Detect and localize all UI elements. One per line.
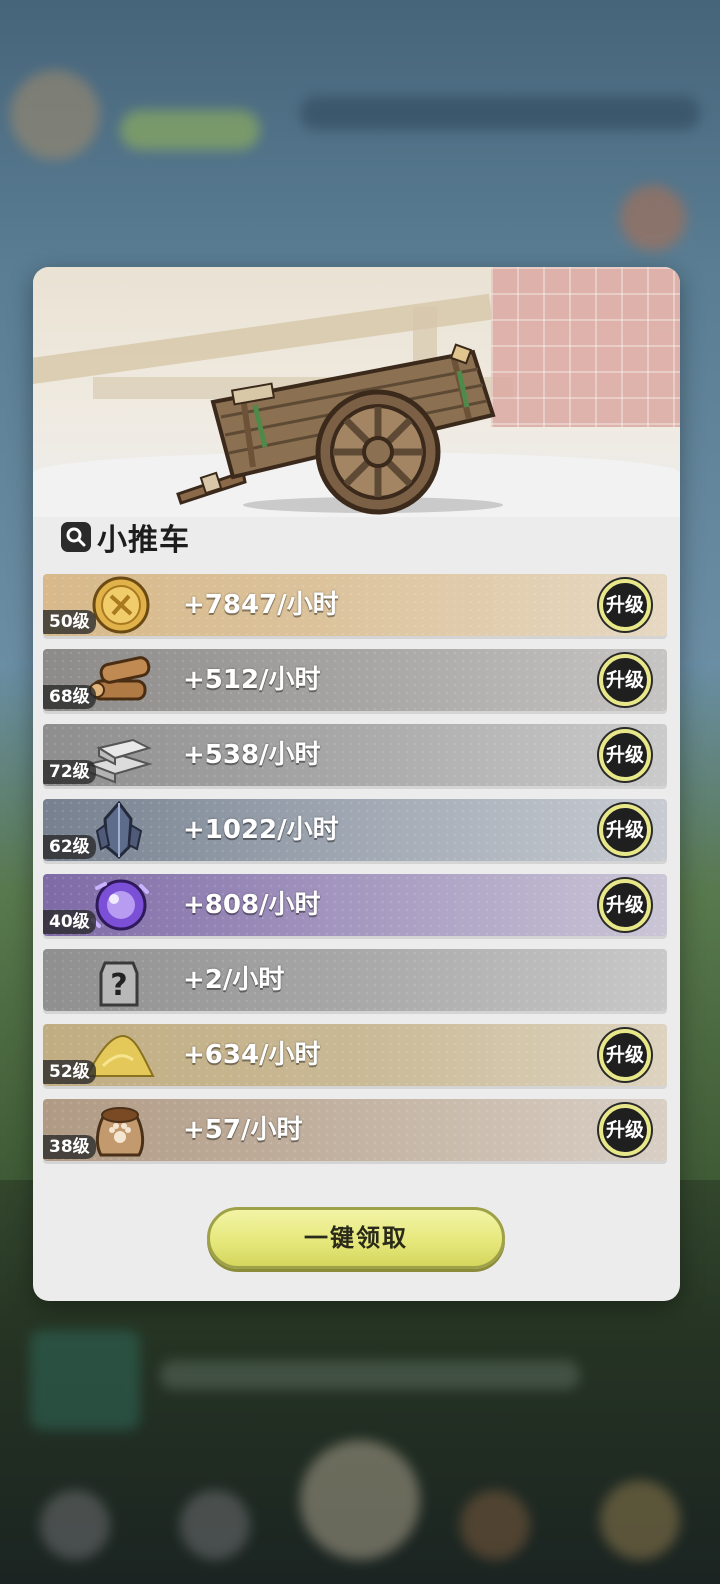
upgrade-button[interactable]: 升级 bbox=[599, 654, 651, 706]
resource-row-sand: 52级 +634/小时 升级 bbox=[43, 1024, 667, 1086]
resource-row-gold: 50级 +7847/小时 升级 bbox=[43, 574, 667, 636]
resource-row-orb: 40级 +808/小时 升级 bbox=[43, 874, 667, 936]
production-rate: +512/小时 bbox=[183, 665, 321, 695]
level-badge: 40级 bbox=[43, 910, 96, 934]
roof-tiles bbox=[491, 267, 680, 427]
resource-row-wood: 68级 +512/小时 升级 bbox=[43, 649, 667, 711]
svg-text:?: ? bbox=[110, 968, 127, 1003]
panel-title: 小推车 bbox=[97, 523, 190, 558]
upgrade-button[interactable]: 升级 bbox=[599, 579, 651, 631]
resource-row-food: 38级 +57/小时 升级 bbox=[43, 1099, 667, 1161]
resource-row-mystery: ? +2/小时 bbox=[43, 949, 667, 1011]
level-badge: 38级 bbox=[43, 1135, 96, 1159]
upgrade-button[interactable]: 升级 bbox=[599, 1104, 651, 1156]
cart-modal: 小推车 50级 +7847/小时 升级 68级 +512/小时 升级 72级 +… bbox=[33, 267, 680, 1301]
production-rate: +808/小时 bbox=[183, 890, 321, 920]
level-badge: 50级 bbox=[43, 610, 96, 634]
production-rate: +57/小时 bbox=[183, 1115, 303, 1145]
claim-all-button[interactable]: 一键领取 bbox=[207, 1207, 505, 1269]
production-rate: +634/小时 bbox=[183, 1040, 321, 1070]
resource-row-crystal: 62级 +1022/小时 升级 bbox=[43, 799, 667, 861]
level-badge: 72级 bbox=[43, 760, 96, 784]
resource-row-stone: 72级 +538/小时 升级 bbox=[43, 724, 667, 786]
production-rate: +7847/小时 bbox=[183, 590, 339, 620]
upgrade-button[interactable]: 升级 bbox=[599, 804, 651, 856]
level-badge: 62级 bbox=[43, 835, 96, 859]
panel-header: 小推车 bbox=[61, 519, 190, 558]
production-rate: +2/小时 bbox=[183, 965, 285, 995]
upgrade-button[interactable]: 升级 bbox=[599, 879, 651, 931]
production-rate: +1022/小时 bbox=[183, 815, 339, 845]
upgrade-button[interactable]: 升级 bbox=[599, 1029, 651, 1081]
search-icon[interactable] bbox=[61, 522, 91, 552]
upgrade-button[interactable]: 升级 bbox=[599, 729, 651, 781]
mystery-box-icon: ? bbox=[99, 961, 139, 1007]
level-badge: 68级 bbox=[43, 685, 96, 709]
cart-illustration bbox=[33, 267, 680, 517]
cart-icon bbox=[176, 343, 503, 515]
level-badge: 52级 bbox=[43, 1060, 96, 1084]
resource-list: 50级 +7847/小时 升级 68级 +512/小时 升级 72级 +538/… bbox=[43, 574, 669, 1174]
production-rate: +538/小时 bbox=[183, 740, 321, 770]
